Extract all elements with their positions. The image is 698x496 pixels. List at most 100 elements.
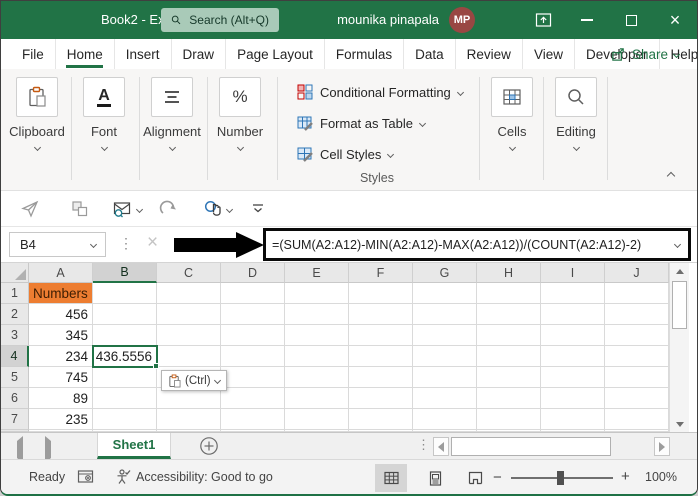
cell-B2[interactable]	[93, 304, 157, 325]
cell-E4[interactable]	[285, 346, 349, 367]
cell-E3[interactable]	[285, 325, 349, 346]
scroll-up-button[interactable]	[670, 263, 689, 279]
cell-H2[interactable]	[477, 304, 541, 325]
zoom-in-button[interactable]: +	[621, 468, 630, 485]
cell-B5[interactable]	[93, 367, 157, 388]
tab-formulas[interactable]: Formulas	[325, 39, 405, 69]
previous-sheet-button[interactable]	[17, 436, 23, 463]
email-review-button[interactable]	[113, 197, 144, 221]
column-header-A[interactable]: A	[29, 263, 93, 283]
cell-J7[interactable]	[605, 409, 669, 430]
cell-B6[interactable]	[93, 388, 157, 409]
horizontal-scrollbar-thumb[interactable]	[451, 437, 611, 456]
row-header-3[interactable]: 3	[1, 325, 29, 346]
cell-F1[interactable]	[349, 283, 413, 304]
tab-review[interactable]: Review	[456, 39, 523, 69]
tab-insert[interactable]: Insert	[115, 39, 172, 69]
cell-J4[interactable]	[605, 346, 669, 367]
new-sheet-button[interactable]	[199, 436, 219, 461]
page-layout-view-button[interactable]	[419, 464, 451, 492]
fill-handle[interactable]	[153, 363, 159, 369]
column-header-C[interactable]: C	[157, 263, 221, 283]
cell-E5[interactable]	[285, 367, 349, 388]
row-header-5[interactable]: 5	[1, 367, 29, 388]
accessibility-checker-button[interactable]: Accessibility: Good to go	[115, 469, 273, 485]
row-header-4[interactable]: 4	[1, 346, 29, 367]
cell-G3[interactable]	[413, 325, 477, 346]
cell-C6[interactable]	[157, 388, 221, 409]
cell-C4[interactable]	[157, 346, 221, 367]
cell-D1[interactable]	[221, 283, 285, 304]
tab-data[interactable]: Data	[404, 39, 456, 69]
zoom-out-button[interactable]: −	[493, 469, 502, 486]
cell-F6[interactable]	[349, 388, 413, 409]
cell-A2[interactable]: 456	[29, 304, 93, 325]
cell-I6[interactable]	[541, 388, 605, 409]
cells-group-button[interactable]: Cells	[478, 77, 546, 152]
zoom-level[interactable]: 100%	[645, 470, 677, 484]
column-header-B[interactable]: B	[93, 263, 157, 283]
column-header-I[interactable]: I	[541, 263, 605, 283]
cell-G4[interactable]	[413, 346, 477, 367]
cell-D6[interactable]	[221, 388, 285, 409]
maximize-button[interactable]	[609, 1, 653, 39]
customize-quick-access-toolbar-button[interactable]	[251, 197, 265, 221]
group-objects-button[interactable]	[71, 197, 89, 221]
cell-I5[interactable]	[541, 367, 605, 388]
cell-H1[interactable]	[477, 283, 541, 304]
cell-F7[interactable]	[349, 409, 413, 430]
formula-input[interactable]: =(SUM(A2:A12)-MIN(A2:A12)-MAX(A2:A12))/(…	[263, 228, 691, 261]
cell-J6[interactable]	[605, 388, 669, 409]
cell-I4[interactable]	[541, 346, 605, 367]
close-button[interactable]: ×	[653, 1, 697, 39]
format-as-table-button[interactable]: Format as Table	[297, 110, 479, 136]
cell-D3[interactable]	[221, 325, 285, 346]
tab-view[interactable]: View	[523, 39, 575, 69]
share-button[interactable]: Share	[603, 42, 687, 66]
collapse-ribbon-button[interactable]	[661, 168, 681, 184]
cell-A7[interactable]: 235	[29, 409, 93, 430]
cell-I3[interactable]	[541, 325, 605, 346]
cell-E1[interactable]	[285, 283, 349, 304]
cell-G1[interactable]	[413, 283, 477, 304]
cell-G2[interactable]	[413, 304, 477, 325]
scrollbar-resize-handle[interactable]: ⋮	[417, 437, 430, 453]
cell-H5[interactable]	[477, 367, 541, 388]
cell-H4[interactable]	[477, 346, 541, 367]
cell-J2[interactable]	[605, 304, 669, 325]
cell-J5[interactable]	[605, 367, 669, 388]
cell-G7[interactable]	[413, 409, 477, 430]
cell-E6[interactable]	[285, 388, 349, 409]
column-header-E[interactable]: E	[285, 263, 349, 283]
cell-G6[interactable]	[413, 388, 477, 409]
account-name[interactable]: mounika pinapala	[337, 12, 439, 27]
sheet-tab-sheet1[interactable]: Sheet1	[97, 433, 171, 459]
paste-options-button[interactable]: (Ctrl)	[161, 370, 227, 391]
row-header-2[interactable]: 2	[1, 304, 29, 325]
clipboard-group-button[interactable]: Clipboard	[3, 77, 71, 152]
number-group-button[interactable]: % Number	[206, 77, 274, 152]
cell-D2[interactable]	[221, 304, 285, 325]
cell-F3[interactable]	[349, 325, 413, 346]
cell-I1[interactable]	[541, 283, 605, 304]
zoom-slider[interactable]	[511, 470, 613, 485]
next-sheet-button[interactable]	[45, 436, 51, 463]
page-break-preview-button[interactable]	[459, 464, 491, 492]
scroll-right-button[interactable]	[654, 437, 670, 456]
cell-H7[interactable]	[477, 409, 541, 430]
cell-E7[interactable]	[285, 409, 349, 430]
macro-record-button[interactable]	[77, 469, 94, 489]
cell-C1[interactable]	[157, 283, 221, 304]
tab-draw[interactable]: Draw	[172, 39, 227, 69]
cell-J3[interactable]	[605, 325, 669, 346]
ribbon-display-options-button[interactable]	[521, 1, 565, 39]
alignment-group-button[interactable]: Alignment	[138, 77, 206, 152]
cell-A5[interactable]: 745	[29, 367, 93, 388]
cell-B7[interactable]	[93, 409, 157, 430]
font-group-button[interactable]: A Font	[70, 77, 138, 152]
cell-D4[interactable]	[221, 346, 285, 367]
send-button[interactable]	[21, 197, 39, 221]
cell-G5[interactable]	[413, 367, 477, 388]
scroll-down-button[interactable]	[670, 416, 689, 432]
row-header-6[interactable]: 6	[1, 388, 29, 409]
